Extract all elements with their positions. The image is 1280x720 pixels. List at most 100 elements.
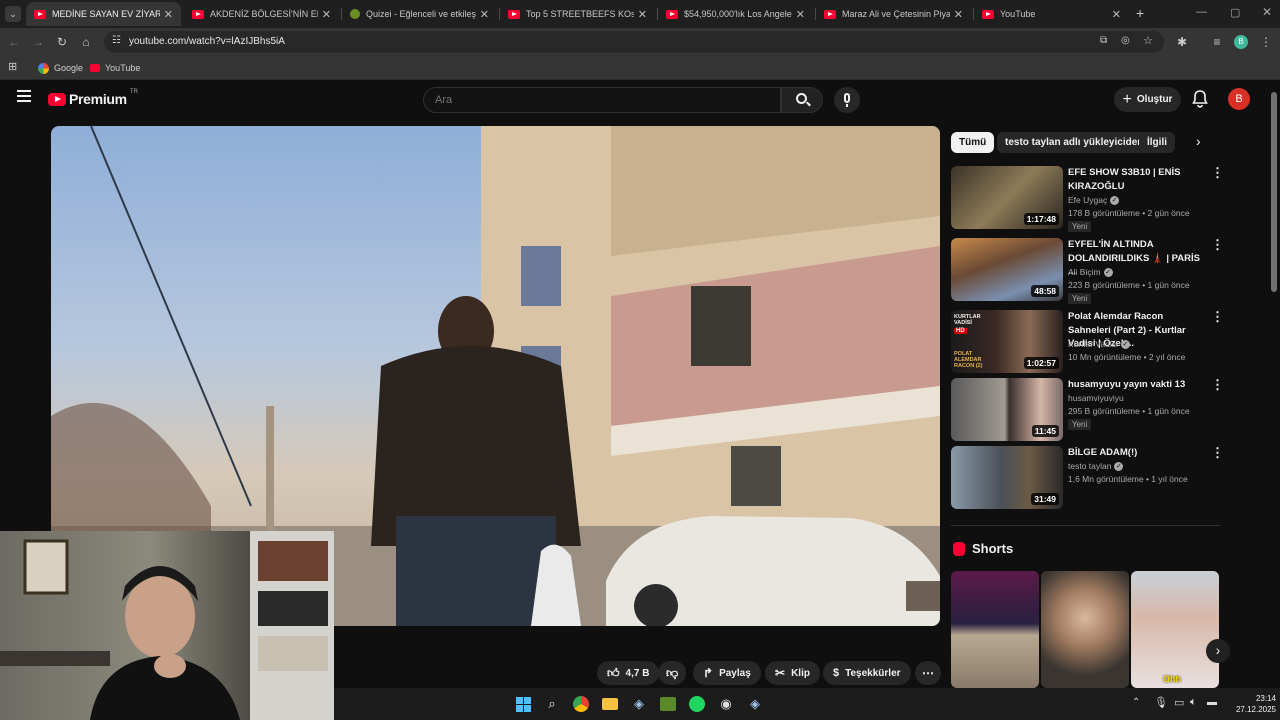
more-options-icon[interactable]: ⋮ [1211,166,1224,179]
more-options-icon[interactable]: ⋮ [1211,238,1224,251]
voice-search-button[interactable] [834,87,860,113]
profile-avatar[interactable]: B [1234,35,1248,49]
channel-name[interactable]: Efe Uygaç ✓ [1068,195,1120,205]
tab-search-button[interactable]: ⌄ [5,6,21,22]
chips-next-icon[interactable]: › [1196,133,1201,149]
more-options-icon[interactable]: ⋮ [1211,446,1224,459]
nvidia-icon[interactable] [658,694,678,714]
video-meta: 1,6 Mn görüntüleme • 1 yıl önce [1068,474,1188,484]
recommendation-item[interactable]: KURTLAR VADİSİ HD POLAT ALEMDAR RACON (2… [951,310,1224,375]
video-thumbnail[interactable]: 31:49 [951,446,1063,509]
browser-tab[interactable]: Quizei - Eğlenceli ve etkileşimli ✕ [342,2,497,26]
recommendation-item[interactable]: 48:58 EYFEL'İN ALTINDA DOLANDIRILDIKS 🗼 … [951,238,1224,304]
thanks-label: Teşekkürler [845,667,901,679]
youtube-premium-logo[interactable]: Premium TR [48,89,138,107]
browser-tab[interactable]: Top 5 STREETBEEFS KOs - YouT ✕ [500,2,655,26]
recommendation-title[interactable]: EFE SHOW S3B10 | ENİS KIRAZOĞLU [1068,166,1203,193]
close-icon[interactable]: ✕ [954,8,963,21]
close-icon[interactable]: ✕ [164,8,173,21]
taskbar-search-icon[interactable]: ⌕ [542,694,562,714]
maximize-button[interactable]: ▢ [1230,6,1240,19]
chrome-menu-icon[interactable]: ⋮ [1256,28,1276,56]
browser-tab[interactable]: YouTube ✕ [974,2,1129,26]
tray-overflow-icon[interactable]: ⌃ [1132,697,1140,708]
like-button[interactable]: 👍︎ 4,7 B [597,661,660,685]
create-label: Oluştur [1136,94,1173,105]
shorts-next-button[interactable]: › [1206,639,1230,663]
notifications-bell-icon[interactable] [1192,90,1208,108]
bookmark-google[interactable]: Google [38,60,83,76]
close-icon[interactable]: ✕ [796,8,805,21]
site-info-icon[interactable]: ☷ [112,35,121,46]
tracking-icon[interactable]: ◎ [1121,35,1130,46]
chip-related[interactable]: İlgili [1139,132,1175,153]
bookmark-youtube[interactable]: YouTube [90,60,140,76]
address-bar[interactable]: ☷ youtube.com/watch?v=lAzIJBhs5iA ⧉ ◎ ☆ [104,31,1164,53]
volume-icon[interactable]: 🔈︎ [1190,696,1197,709]
new-tab-button[interactable]: + [1136,5,1144,21]
short-video-card[interactable]: Ohh [1131,571,1219,688]
create-button[interactable]: + Oluştur [1114,87,1181,112]
chrome-icon[interactable] [571,694,591,714]
more-options-icon[interactable]: ⋮ [1211,310,1224,323]
browser-tab[interactable]: MEDİNE SAYAN EV ZİYARETİ - Y ✕ [26,2,181,26]
microphone-tray-icon[interactable]: 🎙︎ [1154,696,1168,709]
recommendation-title[interactable]: BİLGE ADAM(!) [1068,446,1203,460]
channel-name[interactable]: testo taylan ✓ [1068,461,1124,471]
browser-tab[interactable]: $54,950,000'lık Los Angeles Me ✕ [658,2,813,26]
recommendation-title[interactable]: husamyuyu yayın vakti 13 [1068,378,1203,392]
short-video-card[interactable] [951,571,1039,688]
browser-tab[interactable]: Maraz Ali ve Çetesinin Piyango ✕ [816,2,971,26]
video-thumbnail[interactable]: 11:45 [951,378,1063,441]
bookmark-star-icon[interactable]: ☆ [1143,34,1153,47]
apps-grid-icon[interactable]: ⊞ [8,60,17,73]
reload-icon[interactable]: ↻ [52,28,72,56]
close-icon[interactable]: ✕ [1112,8,1121,21]
chip-all[interactable]: Tümü [951,132,995,153]
back-icon[interactable]: ← [4,28,24,56]
spotify-icon[interactable] [687,694,707,714]
video-thumbnail[interactable]: 48:58 [951,238,1063,301]
recommendation-item[interactable]: 31:49 BİLGE ADAM(!) testo taylan ✓ 1,6 Mn… [951,446,1224,511]
steam-icon[interactable]: ◈ [745,694,765,714]
close-icon[interactable]: ✕ [638,8,647,21]
forward-icon[interactable]: → [28,28,48,56]
window-close-button[interactable]: ✕ [1262,5,1272,19]
video-thumbnail[interactable]: 1:17:48 [951,166,1063,229]
network-icon[interactable]: ▭ [1174,696,1184,709]
taskbar-clock[interactable]: 23:14 27.12.2025 [1232,693,1276,715]
short-video-card[interactable] [1041,571,1129,688]
thanks-button[interactable]: $ Teşekkürler [823,661,911,685]
file-explorer-icon[interactable] [600,694,620,714]
windows-start-icon[interactable] [513,694,533,714]
battery-icon[interactable]: ▬ [1207,697,1217,708]
close-icon[interactable]: ✕ [322,8,331,21]
obs-icon[interactable]: ◉ [716,694,736,714]
dislike-button[interactable]: 👎︎ [658,661,687,685]
more-actions-button[interactable]: ⋯ [915,661,941,685]
recommendation-item[interactable]: 11:45 husamyuyu yayın vakti 13 husamviyu… [951,378,1224,443]
video-thumbnail[interactable]: KURTLAR VADİSİ HD POLAT ALEMDAR RACON (2… [951,310,1063,373]
channel-name[interactable]: husamviyuviyu [1068,393,1124,403]
thumbs-up-icon: 👍︎ [607,665,620,680]
share-button[interactable]: ↱ Paylaş [693,661,761,685]
browser-tab[interactable]: AKDENİZ BÖLGESİ'NİN EN DÜŞ ✕ [184,2,339,26]
clip-button[interactable]: ✂ Klip [765,661,820,685]
search-input[interactable] [423,87,781,113]
recommendation-item[interactable]: 1:17:48 EFE SHOW S3B10 | ENİS KIRAZOĞLU … [951,166,1224,232]
install-app-icon[interactable]: ⧉ [1100,35,1107,46]
chip-from-uploader[interactable]: testo taylan adlı yükleyiciden [997,132,1152,153]
minimize-button[interactable]: — [1196,6,1207,18]
channel-name[interactable]: Ali Biçim ✓ [1068,267,1113,277]
search-button[interactable] [781,87,823,113]
hamburger-menu-icon[interactable] [17,90,31,102]
more-options-icon[interactable]: ⋮ [1211,378,1224,391]
extensions-icon[interactable]: ✱ [1172,28,1192,56]
home-icon[interactable]: ⌂ [76,28,96,56]
channel-name[interactable]: Kurtlar Vadisi ✓ [1068,339,1130,349]
account-avatar[interactable]: B [1228,88,1250,110]
steam-icon[interactable]: ◈ [629,694,649,714]
page-scrollbar[interactable] [1271,92,1277,292]
close-icon[interactable]: ✕ [480,8,489,21]
media-controls-icon[interactable]: ≡ [1207,28,1227,56]
